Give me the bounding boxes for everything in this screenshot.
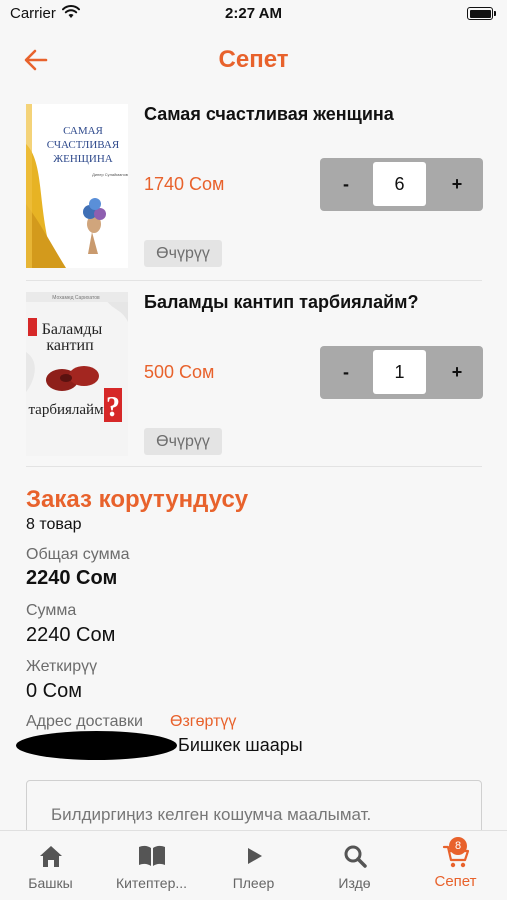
quantity-stepper: - 1 + [320,346,483,399]
cart-badge: 8 [449,837,467,855]
status-time: 2:27 AM [225,5,282,22]
item-divider [26,466,482,467]
quantity-field[interactable]: 1 [373,350,426,394]
book-icon [138,845,165,866]
change-address-link[interactable]: Өзгөртүү [170,713,236,731]
redacted-address [16,731,177,760]
play-icon [247,848,262,864]
quantity-stepper: - 6 + [320,158,483,211]
item-title[interactable]: Самая счастливая женщина [144,104,394,125]
order-summary-title: Заказ корутундусу [26,486,249,513]
total-label: Общая сумма [26,546,130,563]
tab-player[interactable]: Плеер [203,831,304,900]
cover-line: Баламды [42,321,103,338]
delivery-label: Жеткирүү [26,658,98,675]
item-divider [26,280,482,281]
address-value: Бишкек шаары [178,735,303,755]
sum-value: 2240 Сом [26,624,116,646]
cover-line: САМАЯ [63,125,103,137]
tab-cart[interactable]: 8 Сепет [405,831,506,900]
cover-line: ЖЕНЩИНА [53,153,113,165]
page-title: Сепет [218,46,289,73]
battery-icon [467,7,496,20]
remove-item-button[interactable]: Өчүрүү [144,428,222,455]
increase-quantity-button[interactable]: + [431,158,483,211]
quantity-field[interactable]: 6 [373,162,426,206]
item-title[interactable]: Баламды кантип тарбиялайм? [144,292,418,313]
cover-author: Динер Сулайманов [92,172,128,177]
item-price: 1740 Сом [144,174,225,194]
tab-books[interactable]: Китептер... [101,831,202,900]
delivery-value: 0 Сом [26,680,82,702]
search-icon [344,845,367,868]
cover-mark: ? [106,392,120,423]
address-label: Адрес доставки [26,713,143,730]
status-bar: Carrier 2:27 AM [0,0,507,30]
item-price: 500 Сом [144,362,215,382]
decrease-quantity-button[interactable]: - [320,346,372,399]
nav-bar: Сепет [0,38,507,82]
tab-label: Китептер... [115,875,188,891]
increase-quantity-button[interactable]: + [431,346,483,399]
tab-label: Издө [338,875,371,891]
cover-author: Мохамед Сарихатов [52,295,100,301]
tab-label: Плеер [232,875,275,891]
item-count: 8 товар [26,516,82,533]
sum-label: Сумма [26,602,77,619]
cover-line: СЧАСТЛИВАЯ [47,139,120,151]
decrease-quantity-button[interactable]: - [320,158,372,211]
tab-home[interactable]: Башкы [0,831,101,900]
tab-bar: Башкы Китептер... Плеер Издө 8 Сепет [0,830,507,900]
total-value: 2240 Сом [26,567,118,589]
tab-search[interactable]: Издө [304,831,405,900]
home-icon [39,846,62,867]
cart-item: Мохамед Сарихатов Баламды кантип тарбиял… [26,292,483,456]
cover-line: тарбиялайм [28,402,104,418]
cover-line: кантип [46,337,94,354]
book-cover-image: Мохамед Сарихатов Баламды кантип тарбиял… [26,292,128,456]
tab-label: Башкы [28,875,73,891]
cart-item: САМАЯ СЧАСТЛИВАЯ ЖЕНЩИНА Динер Сулаймано… [26,104,483,268]
book-cover-image: САМАЯ СЧАСТЛИВАЯ ЖЕНЩИНА Динер Сулаймано… [26,104,128,268]
remove-item-button[interactable]: Өчүрүү [144,240,222,267]
tab-label: Сепет [434,873,477,890]
